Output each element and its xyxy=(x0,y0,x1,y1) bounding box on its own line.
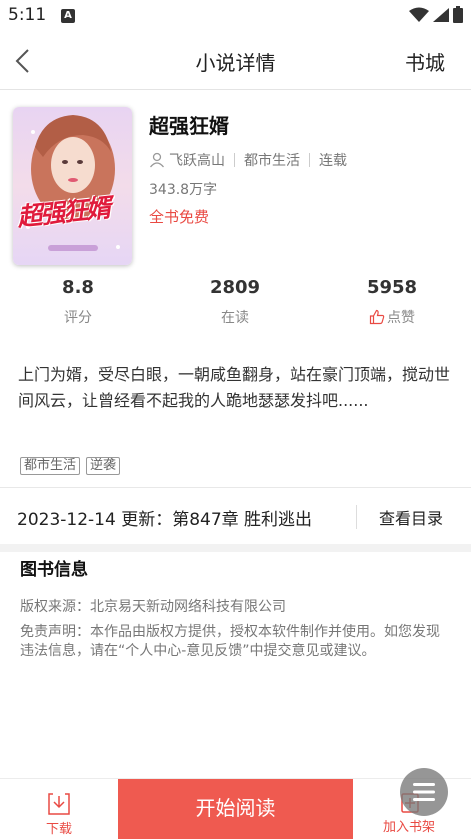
download-icon xyxy=(48,793,70,815)
book-title: 超强狂婿 xyxy=(149,114,229,138)
status-time: 5:11 xyxy=(8,5,47,25)
book-cover[interactable]: 超强狂婿 xyxy=(13,107,132,265)
author-name[interactable]: 飞跃高山 xyxy=(169,150,225,170)
floating-menu-button[interactable] xyxy=(400,768,448,816)
tag-list: 都市生活 逆袭 xyxy=(20,457,121,475)
rating-label: 评分 xyxy=(64,310,92,326)
latest-chapter[interactable]: 2023-12-14 更新：第847章 胜利逃出 xyxy=(17,505,312,530)
copyright-source: 版权来源：北京易天新动网络科技有限公司 xyxy=(20,599,286,615)
thumbs-up-icon[interactable] xyxy=(369,309,385,325)
start-reading-button[interactable]: 开始阅读 xyxy=(118,779,353,839)
tag-item[interactable]: 逆袭 xyxy=(86,457,121,475)
latest-update-row[interactable]: 2023-12-14 更新：第847章 胜利逃出 查看目录 xyxy=(0,488,471,544)
rating-value: 8.8 xyxy=(62,277,94,298)
battery-icon xyxy=(453,6,463,23)
book-category: 都市生活 xyxy=(244,153,300,169)
section-divider xyxy=(0,544,471,552)
app-header: 小说详情 书城 xyxy=(0,32,471,90)
page-title: 小说详情 xyxy=(195,51,276,75)
meta-divider xyxy=(309,153,310,167)
update-divider xyxy=(356,505,357,529)
menu-icon xyxy=(413,783,435,801)
signal-icon xyxy=(433,7,449,22)
reading-value: 2809 xyxy=(209,277,261,298)
stat-reading: 2809 在读 xyxy=(175,277,295,327)
book-description: 上门为婿，受尽白眼，一朝咸鱼翻身，站在豪门顶端，搅动世间风云，让曾经看不起我的人… xyxy=(18,365,451,410)
word-count: 343.8万字 xyxy=(149,182,218,198)
wifi-icon xyxy=(409,7,429,22)
book-info-title: 图书信息 xyxy=(20,560,88,580)
book-status: 连载 xyxy=(319,153,347,169)
status-icons xyxy=(409,6,463,23)
notification-a-icon: A xyxy=(61,9,75,23)
tag-item[interactable]: 都市生活 xyxy=(20,457,81,475)
likes-label: 点赞 xyxy=(387,310,415,326)
reading-label: 在读 xyxy=(221,310,249,326)
download-label: 下载 xyxy=(45,822,72,837)
disclaimer: 免责声明：本作品由版权方提供，授权本软件制作并使用。如您发现违法信息，请在“个人… xyxy=(20,624,440,659)
book-meta: 飞跃高山 都市生活 连载 xyxy=(149,150,347,170)
author-icon xyxy=(149,152,165,168)
stat-likes[interactable]: 5958 点赞 xyxy=(332,277,452,327)
meta-divider xyxy=(234,153,235,167)
cover-illustration xyxy=(13,107,132,265)
likes-value: 5958 xyxy=(366,277,418,298)
stat-rating: 8.8 评分 xyxy=(18,277,138,327)
status-bar: 5:11 A xyxy=(0,0,471,32)
add-to-shelf-label: 加入书架 xyxy=(383,820,436,835)
download-button[interactable]: 下载 xyxy=(0,779,118,839)
bookstore-link[interactable]: 书城 xyxy=(405,47,445,76)
free-label: 全书免费 xyxy=(149,208,210,226)
view-catalog-button[interactable]: 查看目录 xyxy=(379,505,443,529)
